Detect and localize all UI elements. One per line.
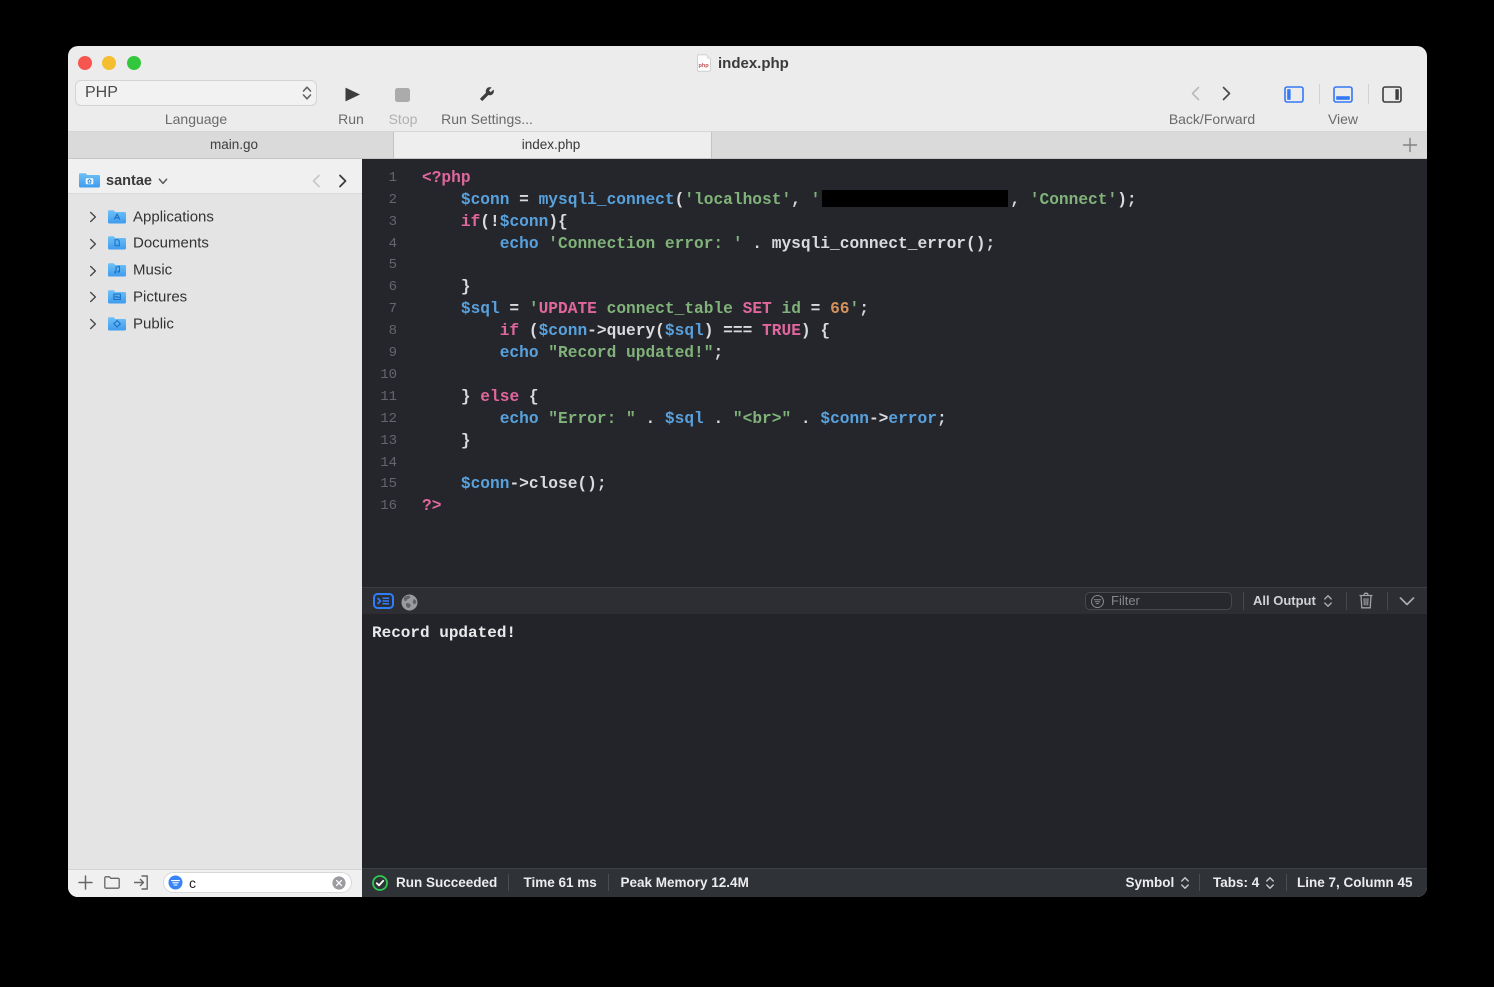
svg-text:php: php [698, 63, 709, 69]
